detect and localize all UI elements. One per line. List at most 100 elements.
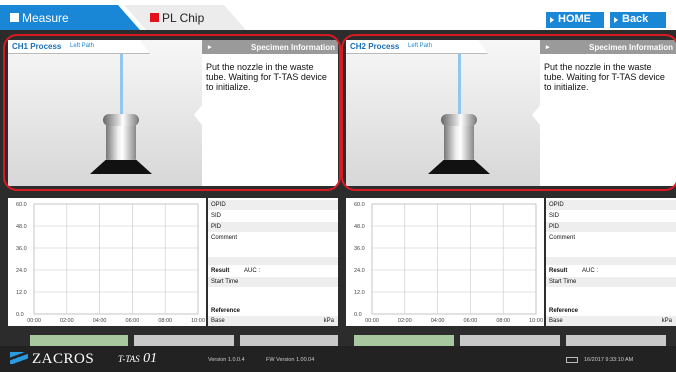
y-tick-label: 24.0 [16,268,27,274]
y-tick-label: 0.0 [16,312,24,318]
ch2-base-row: Base kPa [546,316,676,326]
ch1-chart-svg: 00:00 02:00 04:00 06:00 08:00 10:00 0.0 12.0 24.… [16,202,205,324]
tab-pl-chip[interactable]: PL Chip [124,5,246,30]
base-unit: kPa [661,318,672,324]
ch2-sid-row: SID [546,211,676,221]
pid-label: PID [549,224,560,230]
arrow-right-icon [614,17,618,23]
base-label: Base [549,318,563,324]
ch2-reference-row: Reference [546,306,676,316]
ch2-highlight-frame [341,34,676,191]
measure-marker-icon [10,13,19,22]
pl-chip-marker-icon [150,13,159,22]
reference-label: Reference [211,308,241,314]
ch1-info-table: OPID SID PID Comment Result AUC : Start … [208,198,338,326]
ch1-pid-row: PID [208,222,338,232]
ch2-action-button-1[interactable] [460,335,560,346]
reference-label: Reference [549,308,579,314]
x-tick-label: 00:00 [365,318,379,324]
y-tick-label: 12.0 [16,290,27,296]
ch1-highlight-frame [3,34,341,191]
y-tick-label: 36.0 [354,246,365,252]
ch2-info-table: OPID SID PID Comment Result AUC : Start … [546,198,676,326]
y-tick-label: 36.0 [16,246,27,252]
brand-name: ZACROS [32,351,95,367]
ch1-base-row: Base kPa [208,316,338,326]
ch2-opid-row: OPID [546,200,676,210]
ch2-action-button-2[interactable] [566,335,666,346]
x-tick-label: 08:00 [158,318,172,324]
result-label: Result [549,268,568,274]
start-time-label: Start Time [211,279,239,285]
ch2-comment-row: Comment [546,233,676,255]
ttas-logo: T-TAS 01 [118,351,157,367]
top-bar: Measure PL Chip HOME Back [0,0,676,30]
home-button[interactable]: HOME [546,12,604,28]
opid-label: OPID [211,202,226,208]
ch1-sid-row: SID [208,211,338,221]
sid-label: SID [549,213,560,219]
zacros-logo: ZACROS [10,351,94,368]
keyboard-icon[interactable] [566,357,578,363]
ch2-chart: 00:00 02:00 04:00 06:00 08:00 10:00 0.0 12.0 24.… [346,198,544,326]
tab-measure[interactable]: Measure [0,5,140,30]
pid-label: PID [211,224,222,230]
zacros-mark-icon [10,352,28,364]
x-tick-label: 06:00 [464,318,478,324]
plot-area [371,203,537,315]
back-button[interactable]: Back [610,12,666,28]
ch2-chart-svg: 00:00 02:00 04:00 06:00 08:00 10:00 0.0 12.0 24.… [354,202,543,324]
tab-pl-chip-label: PL Chip [162,11,205,25]
base-label: Base [211,318,225,324]
ch1-reference-row: Reference [208,306,338,316]
footer: ZACROS T-TAS 01 Version 1.0.0.4 FW Versi… [0,346,676,372]
x-tick-label: 04:00 [431,318,445,324]
product-model: 01 [143,351,158,366]
product-name: T-TAS [118,354,140,364]
ch2-start-time-row: Start Time [546,277,676,287]
auc-name: AUC [244,268,257,274]
ch1-status-indicator [30,335,128,346]
auc-separator: : [258,268,261,274]
auc-separator: : [596,268,599,274]
plot-area [33,203,199,315]
tab-measure-label: Measure [22,11,69,25]
x-tick-label: 06:00 [126,318,140,324]
auc-label: AUC : [582,268,598,274]
ch1-action-button-1[interactable] [134,335,234,346]
y-tick-label: 60.0 [354,202,365,208]
y-tick-label: 48.0 [354,224,365,230]
ch1-lower-section: 00:00 02:00 04:00 06:00 08:00 10:00 0.0 12.0 24.… [8,198,338,338]
ch1-comment-row: Comment [208,233,338,255]
datetime-display: 16/2017 9:33:10 AM [584,357,634,363]
start-time-label: Start Time [549,279,577,285]
firmware-version: FW Version 1.00.04 [266,357,315,363]
ch2-spacer-row [546,257,676,265]
ch1-result-row: Result AUC : [208,266,338,276]
y-tick-label: 12.0 [354,290,365,296]
sid-label: SID [211,213,222,219]
x-tick-label: 08:00 [496,318,510,324]
auc-name: AUC [582,268,595,274]
result-label: Result [211,268,230,274]
y-tick-label: 48.0 [16,224,27,230]
back-button-label: Back [622,13,649,25]
y-tick-label: 24.0 [354,268,365,274]
ch1-chart: 00:00 02:00 04:00 06:00 08:00 10:00 0.0 12.0 24.… [8,198,206,326]
x-tick-label: 00:00 [27,318,41,324]
ch1-spacer-row [208,257,338,265]
base-unit: kPa [323,318,334,324]
home-button-label: HOME [558,13,591,25]
ch2-result-row: Result AUC : [546,266,676,276]
comment-label: Comment [211,235,238,241]
ch2-pid-row: PID [546,222,676,232]
ch1-action-button-2[interactable] [240,335,338,346]
y-tick-label: 60.0 [16,202,27,208]
x-tick-label: 10:00 [191,318,205,324]
y-tick-label: 0.0 [354,312,362,318]
opid-label: OPID [549,202,564,208]
ch2-lower-section: 00:00 02:00 04:00 06:00 08:00 10:00 0.0 12.0 24.… [346,198,676,338]
ch1-start-time-row: Start Time [208,277,338,287]
arrow-right-icon [550,17,554,23]
ch2-status-indicator [354,335,454,346]
